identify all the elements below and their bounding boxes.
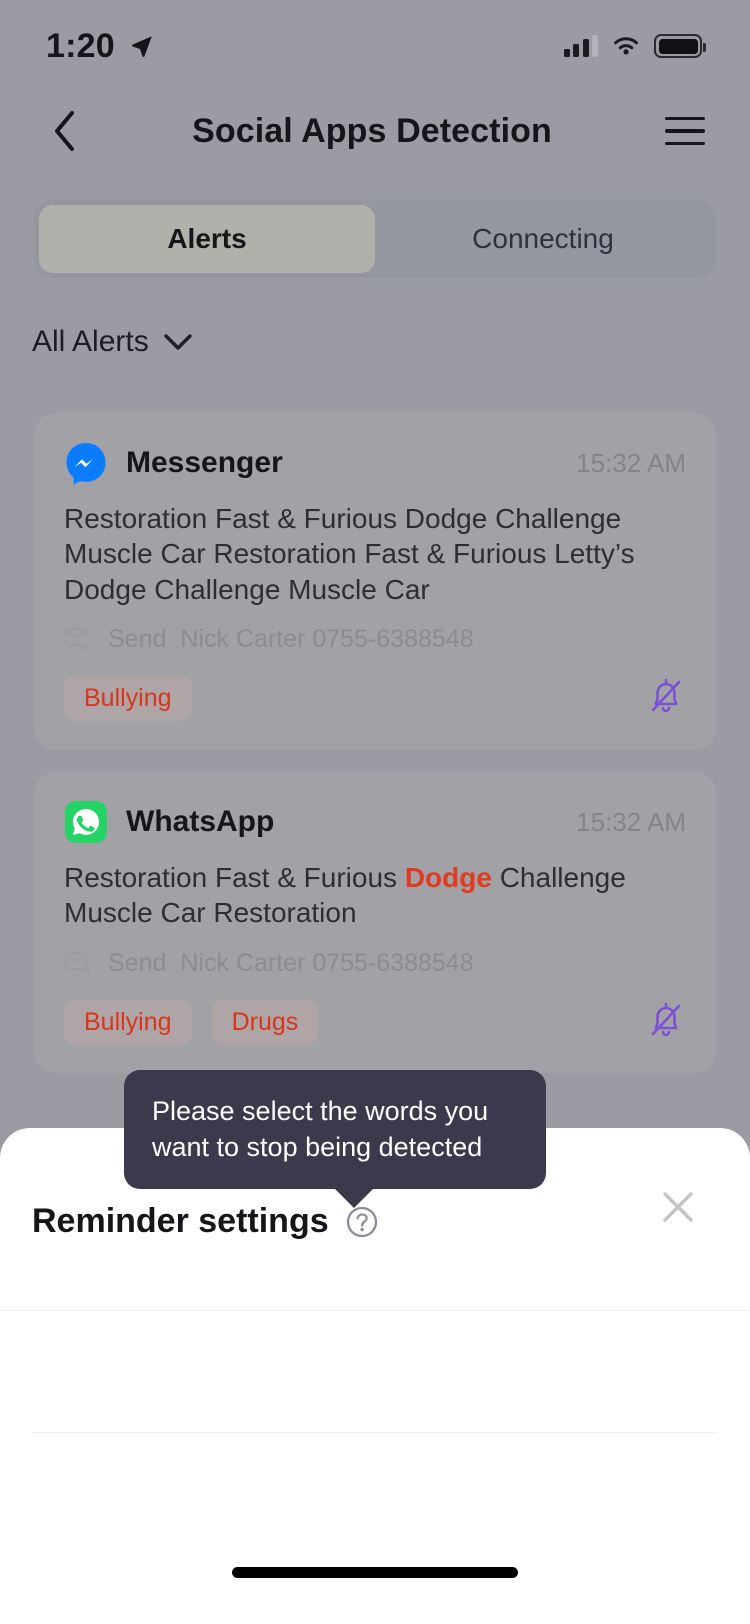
status-bar-left: 1:20 xyxy=(46,27,155,66)
alert-message-highlight: Dodge xyxy=(405,862,492,893)
tab-alerts-label: Alerts xyxy=(167,223,246,255)
alert-app-name: WhatsApp xyxy=(126,805,274,839)
alert-send-label: Send xyxy=(108,949,166,978)
alert-timestamp: 15:32 AM xyxy=(576,448,686,479)
alert-message: Restoration Fast & Furious Dodge Challen… xyxy=(64,501,686,607)
divider xyxy=(32,1432,718,1433)
tooltip-text: Please select the words you want to stop… xyxy=(152,1094,518,1165)
alert-contact: Nick Carter 0755-6388548 xyxy=(180,949,473,978)
battery-full-icon xyxy=(654,34,702,58)
mail-send-icon xyxy=(64,626,94,652)
tooltip-arrow xyxy=(334,1188,374,1208)
status-badge[interactable]: Drugs xyxy=(212,1000,319,1045)
alert-card[interactable]: Messenger 15:32 AM Restoration Fast & Fu… xyxy=(34,413,716,750)
alert-card-header: Messenger 15:32 AM xyxy=(64,441,686,485)
sheet-header: Reminder settings xyxy=(32,1202,379,1241)
alert-tag-row: Bullying xyxy=(64,674,686,723)
tab-alerts[interactable]: Alerts xyxy=(39,205,375,273)
alert-send-info: Send Nick Carter 0755-6388548 xyxy=(64,949,686,978)
alert-card[interactable]: WhatsApp 15:32 AM Restoration Fast & Fur… xyxy=(34,772,716,1073)
chevron-left-icon xyxy=(53,110,77,152)
alert-send-info: Send Nick Carter 0755-6388548 xyxy=(64,625,686,654)
alert-message: Restoration Fast & Furious Dodge Challen… xyxy=(64,860,686,931)
bell-off-icon xyxy=(646,674,686,718)
status-bar-time: 1:20 xyxy=(46,27,115,66)
reminder-settings-sheet: Reminder settings xyxy=(0,1128,750,1624)
alert-card-header: WhatsApp 15:32 AM xyxy=(64,800,686,844)
navigation-bar: Social Apps Detection xyxy=(0,92,750,170)
page-title: Social Apps Detection xyxy=(82,112,662,151)
cellular-signal-icon xyxy=(564,35,599,57)
alerts-filter-dropdown[interactable]: All Alerts xyxy=(32,325,193,359)
alert-timestamp: 15:32 AM xyxy=(576,807,686,838)
status-bar: 1:20 xyxy=(0,0,750,92)
mute-alert-button[interactable] xyxy=(646,998,686,1047)
hamburger-menu-icon[interactable] xyxy=(662,108,708,154)
alert-contact: Nick Carter 0755-6388548 xyxy=(180,625,473,654)
status-bar-right xyxy=(564,34,703,58)
status-badge[interactable]: Bullying xyxy=(64,1000,192,1045)
close-x-icon xyxy=(658,1187,698,1227)
close-button[interactable] xyxy=(654,1183,702,1231)
alert-message-prefix: Restoration Fast & Furious xyxy=(64,862,405,893)
bell-off-icon xyxy=(646,998,686,1042)
alert-app-name: Messenger xyxy=(126,446,283,480)
tab-connecting[interactable]: Connecting xyxy=(375,205,711,273)
chevron-down-icon xyxy=(163,333,193,351)
mute-alert-button[interactable] xyxy=(646,674,686,723)
wifi-icon xyxy=(611,35,641,57)
status-badge[interactable]: Bullying xyxy=(64,676,192,721)
question-circle-icon[interactable] xyxy=(345,1205,379,1239)
alerts-filter-label: All Alerts xyxy=(32,325,149,359)
tab-connecting-label: Connecting xyxy=(472,223,614,255)
home-indicator[interactable] xyxy=(232,1567,518,1578)
segmented-tab-control[interactable]: Alerts Connecting xyxy=(34,200,716,278)
alert-message-text: Restoration Fast & Furious Dodge Challen… xyxy=(64,503,635,605)
messenger-icon xyxy=(64,441,108,485)
sheet-title: Reminder settings xyxy=(32,1202,329,1241)
whatsapp-icon xyxy=(64,800,108,844)
divider xyxy=(0,1310,750,1311)
alert-tag-row: Bullying Drugs xyxy=(64,998,686,1047)
alert-send-label: Send xyxy=(108,625,166,654)
location-arrow-icon xyxy=(129,33,155,59)
mail-send-icon xyxy=(64,950,94,976)
tooltip: Please select the words you want to stop… xyxy=(124,1070,546,1189)
